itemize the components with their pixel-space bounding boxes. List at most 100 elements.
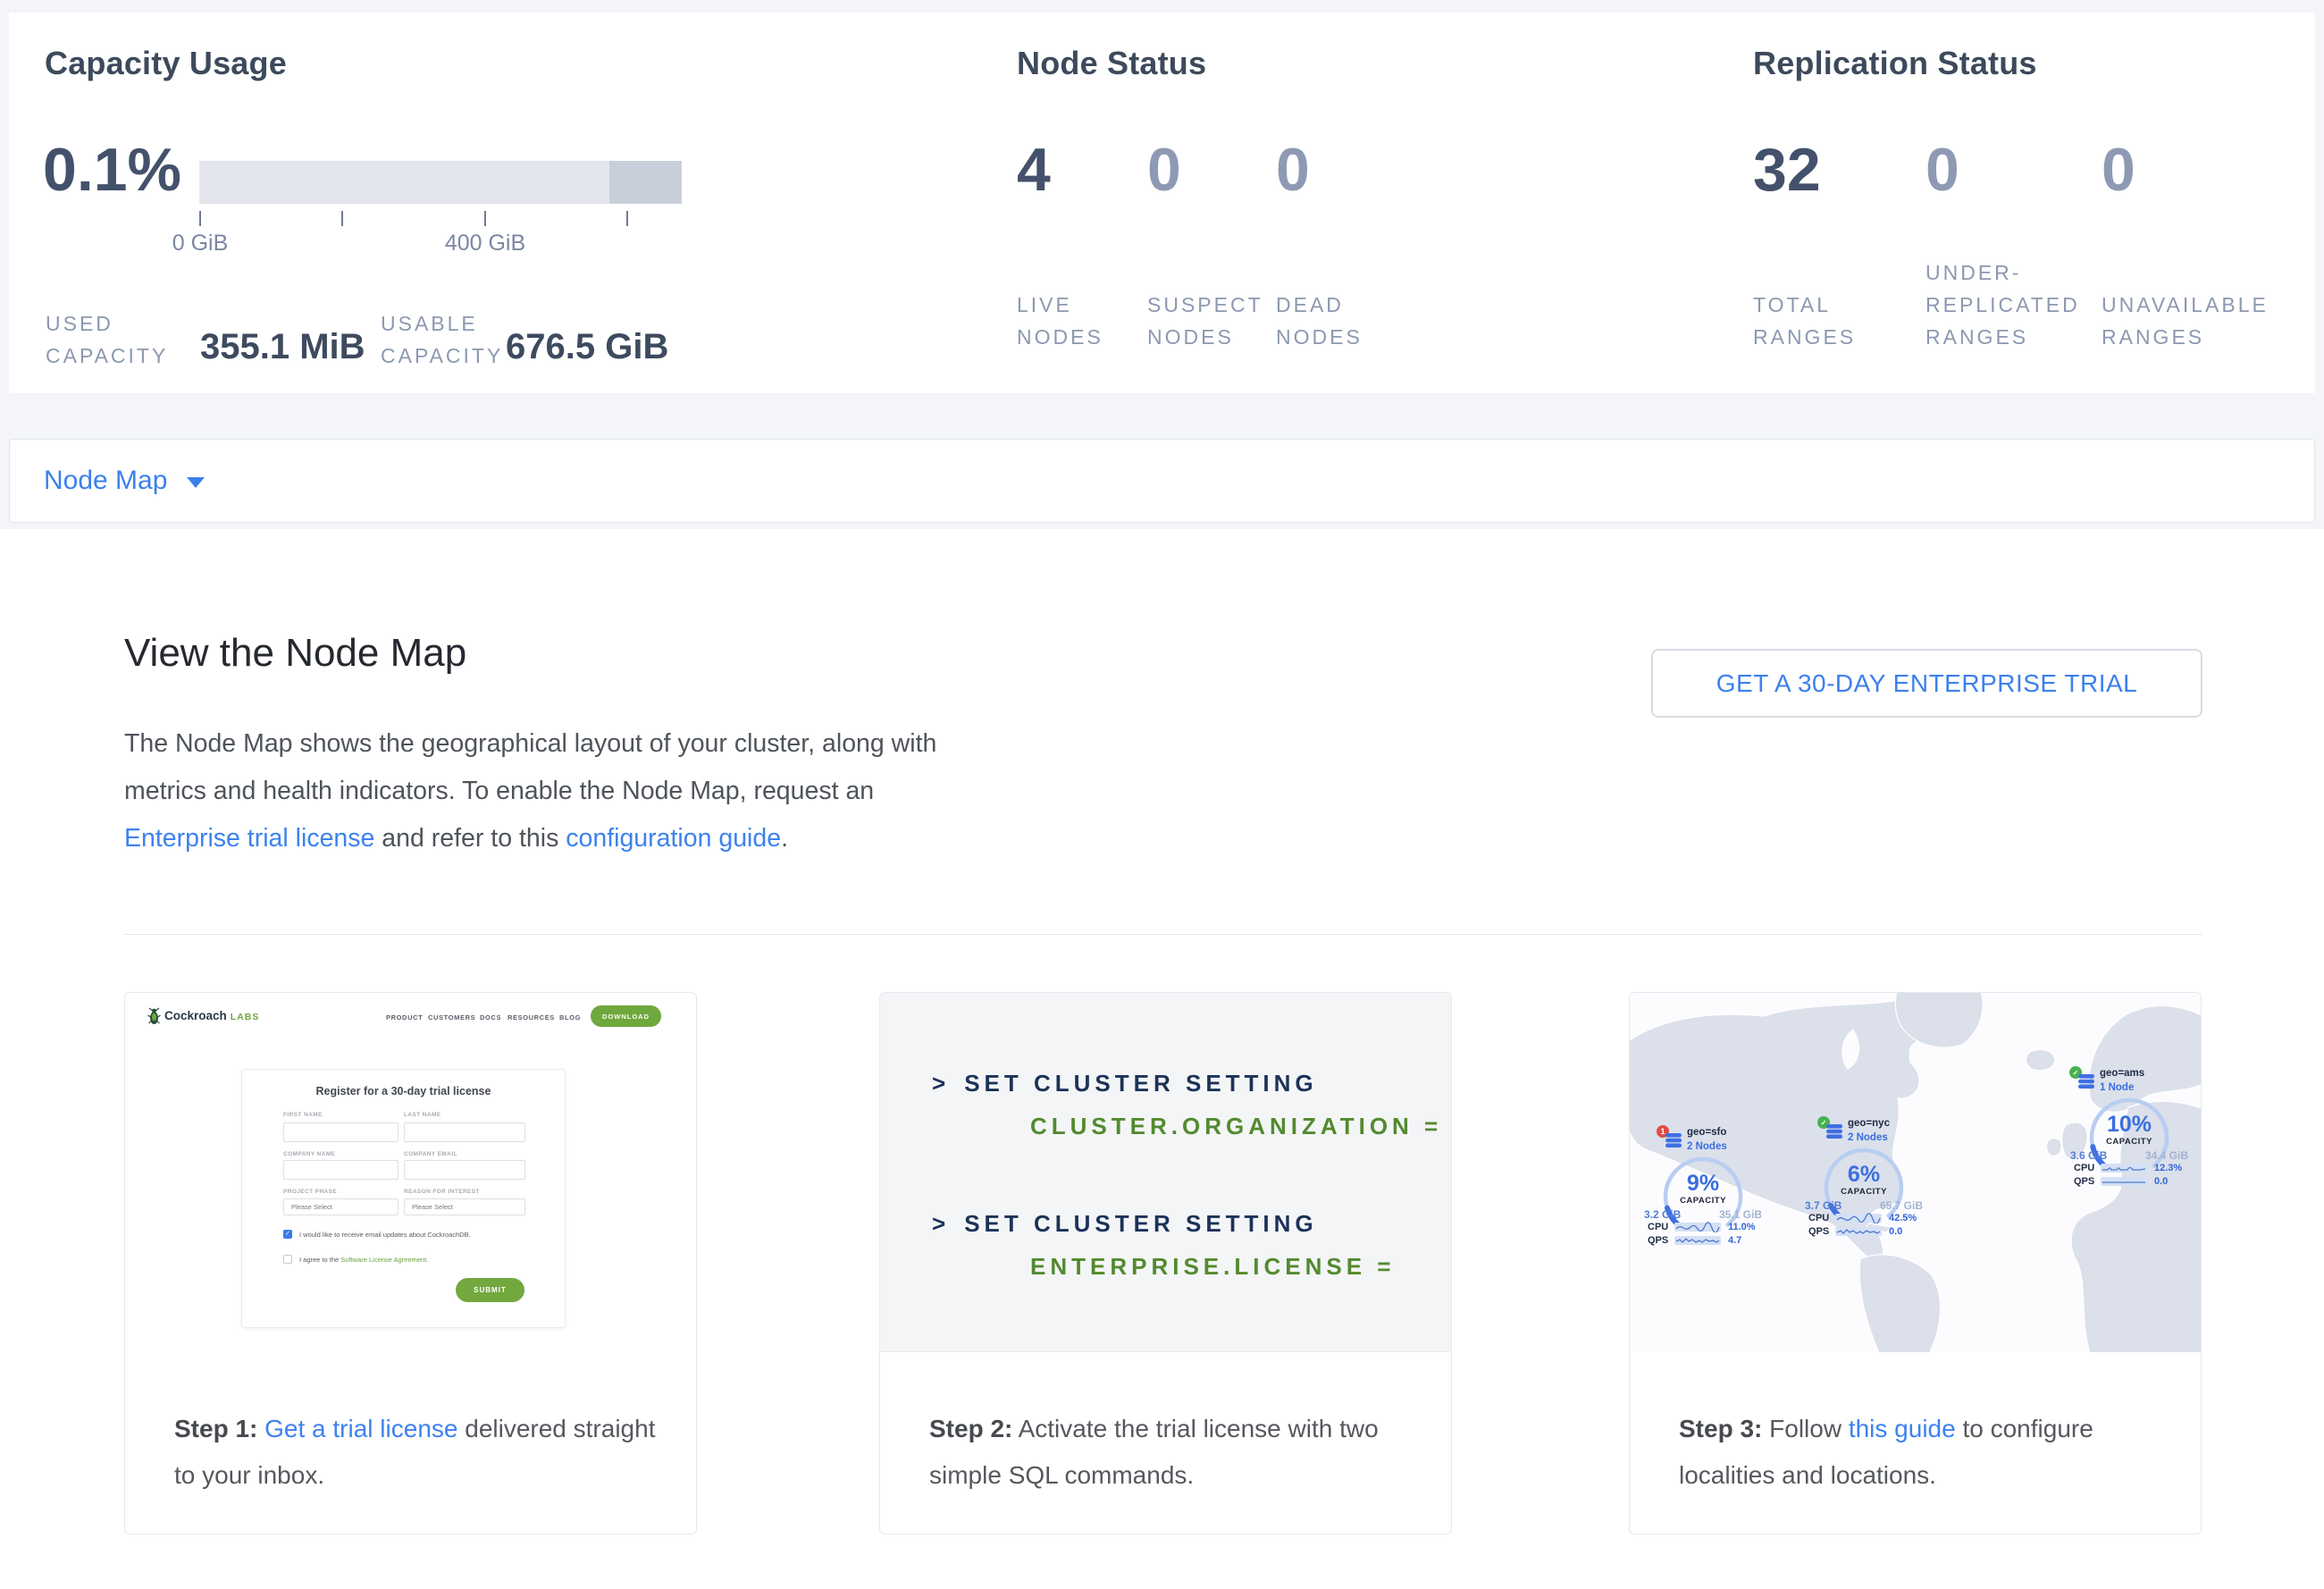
mini-nav-docs: DOCS [480,1013,501,1022]
company-name-label: COMPANY NAME [283,1151,399,1157]
unavailable-ranges-count: 0 [2102,138,2135,202]
reason-for-interest-select: Please Select [404,1198,525,1215]
this-guide-link[interactable]: this guide [1849,1415,1956,1442]
last-name-label: LAST NAME [404,1112,525,1118]
capacity-values: 3.7 GiB65.7 GiB [1805,1199,1923,1212]
step3-label: Step 3: [1679,1415,1762,1442]
capacity-label: CAPACITY [2086,1137,2172,1147]
capacity-usage-bar: 0 GiB 400 GiB [199,161,682,204]
company-name-field [283,1160,399,1180]
mini-download-button: DOWNLOAD [591,1005,661,1027]
qps-metric-row: QPS 0.0 [1808,1226,1902,1237]
cpu-sparkline [1674,1222,1721,1232]
axis-tick-label: 400 GiB [432,231,539,256]
total-ranges-label: TOTALRANGES [1753,289,1856,353]
dead-nodes-label: DEADNODES [1276,289,1363,353]
capacity-percent: 6% [1821,1163,1907,1186]
mini-nav-customers: CUSTOMERS [428,1013,475,1022]
total-ranges-count: 32 [1753,138,1821,202]
used-capacity-label: USEDCAPACITY [46,307,168,372]
locality-name: geo=sfo [1687,1127,1726,1138]
section-divider [124,934,2202,935]
under-replicated-ranges-count: 0 [1925,138,1959,202]
node-map-dropdown-label[interactable]: Node Map [44,440,167,522]
used-capacity-value: 355.1 MiB [200,327,365,367]
axis-tick [626,211,628,226]
capacity-used-percent: 0.1% [43,138,181,202]
usable-capacity-label: USABLECAPACITY [381,307,503,372]
axis-tick [484,211,486,226]
sql-argument: ENTERPRISE.LICENSE = [1030,1253,1395,1281]
last-name-field [404,1122,525,1142]
configuration-guide-link[interactable]: configuration guide [566,824,781,853]
email-updates-checkbox: ✓ [283,1230,292,1239]
locality-name: geo=ams [2100,1068,2144,1079]
first-name-field [283,1122,399,1142]
step2-label: Step 2: [929,1415,1012,1442]
enterprise-trial-license-link[interactable]: Enterprise trial license [124,824,374,853]
step3-card: 1 geo=sfo 2 Nodes 9% CAPACITY 3.2 GiB35.… [1629,992,2202,1534]
replication-status-title: Replication Status [1753,45,2037,82]
step3-caption: Step 3: Follow this guide to configure l… [1679,1406,2167,1499]
sql-command-line: >SET CLUSTER SETTING [932,1070,1318,1097]
cockroach-labs-wordmark: CockroachLABS [164,1009,259,1022]
sql-snippet-pane: >SET CLUSTER SETTING CLUSTER.ORGANIZATIO… [880,993,1451,1352]
capacity-label: CAPACITY [1821,1187,1907,1197]
step2-caption: Step 2: Activate the trial license with … [929,1406,1417,1499]
project-phase-select: Please Select [283,1198,399,1215]
license-agreement-checkbox [283,1255,292,1264]
step1-label: Step 1: [174,1415,257,1442]
node-status-title: Node Status [1017,45,1206,82]
project-phase-label: PROJECT PHASE [283,1189,399,1195]
database-icon [2078,1073,2094,1089]
cpu-metric-row: CPU 11.0% [1648,1222,1756,1232]
company-email-label: COMPANY EMAIL [404,1151,525,1157]
get-enterprise-trial-button[interactable]: GET A 30-DAY ENTERPRISE TRIAL [1651,649,2202,718]
license-agreement-checkbox-label: I agree to the Software License Agreemen… [299,1256,428,1264]
intro-text: and refer to this [374,824,566,853]
qps-sparkline [2101,1176,2147,1187]
intro-text: The Node Map shows the geographical layo… [124,729,936,805]
live-nodes-count: 4 [1017,138,1051,202]
cockroach-labs-logo-icon [147,1006,161,1026]
dead-nodes-count: 0 [1276,138,1310,202]
email-updates-checkbox-label: I would like to receive email updates ab… [299,1231,471,1239]
capacity-bar-other-segment [609,161,682,204]
usable-capacity-value: 676.5 GiB [506,327,668,367]
company-email-field [404,1160,525,1180]
database-icon [1826,1123,1842,1139]
capacity-label: CAPACITY [1660,1196,1746,1206]
live-nodes-label: LIVENODES [1017,289,1103,353]
locality-node-count: 2 Nodes [1848,1132,1888,1143]
trial-registration-form: Register for a 30-day trial license FIRS… [241,1069,566,1328]
capacity-bar-usable-segment [199,161,609,204]
under-replicated-ranges-label: UNDER-REPLICATEDRANGES [1925,256,2080,353]
capacity-percent: 10% [2086,1113,2172,1136]
sql-command-line: >SET CLUSTER SETTING [932,1210,1318,1238]
locality-node-count: 2 Nodes [1687,1141,1727,1152]
suspect-nodes-label: SUSPECTNODES [1147,289,1263,353]
cpu-sparkline [1835,1213,1882,1223]
reason-for-interest-label: REASON FOR INTEREST [404,1189,525,1195]
qps-sparkline [1835,1226,1882,1237]
cpu-metric-row: CPU 12.3% [2074,1163,2182,1173]
capacity-percent: 9% [1660,1172,1746,1195]
capacity-values: 3.6 GiB34.4 GiB [2070,1149,2188,1162]
qps-sparkline [1674,1235,1721,1246]
step2-card: >SET CLUSTER SETTING CLUSTER.ORGANIZATIO… [879,992,1452,1534]
qps-metric-row: QPS 4.7 [1648,1235,1741,1246]
qps-metric-row: QPS 0.0 [2074,1176,2168,1187]
axis-tick-label: 0 GiB [147,231,254,256]
axis-tick [199,211,201,226]
capacity-values: 3.2 GiB35.1 GiB [1644,1208,1762,1221]
node-map-dropdown[interactable]: Node Map [9,439,2315,523]
mini-nav-product: PRODUCT [386,1013,423,1022]
cpu-sparkline [2101,1163,2147,1173]
first-name-label: FIRST NAME [283,1112,399,1118]
unavailable-ranges-label: UNAVAILABLERANGES [2102,289,2269,353]
locality-name: geo=nyc [1848,1118,1890,1129]
form-title: Register for a 30-day trial license [242,1085,565,1097]
intro-text: . [781,824,788,853]
mini-nav-resources: RESOURCES [508,1013,555,1022]
get-trial-license-link[interactable]: Get a trial license [264,1415,457,1442]
